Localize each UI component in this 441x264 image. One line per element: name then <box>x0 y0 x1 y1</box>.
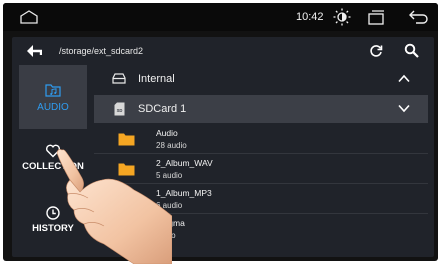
back-arrow-icon[interactable] <box>408 8 430 26</box>
back-icon[interactable] <box>26 44 42 58</box>
storage-label: Internal <box>138 73 175 85</box>
window-icon[interactable] <box>367 8 387 26</box>
refresh-icon[interactable] <box>369 44 383 58</box>
status-bar: 10:42 <box>3 3 438 31</box>
pointing-hand-image <box>56 149 172 264</box>
search-icon[interactable] <box>404 43 419 58</box>
chevron-down-icon[interactable] <box>398 104 410 113</box>
path-bar: /storage/ext_sdcard2 <box>12 37 434 65</box>
storage-row-internal[interactable]: Internal <box>94 65 428 93</box>
storage-label: SDCard 1 <box>138 103 187 115</box>
current-path: /storage/ext_sdcard2 <box>59 46 144 56</box>
clock: 10:42 <box>296 11 324 23</box>
music-folder-icon <box>45 84 61 97</box>
brightness-icon[interactable] <box>333 8 351 26</box>
home-icon[interactable] <box>19 10 39 24</box>
storage-row-sdcard[interactable]: SD SDCard 1 <box>94 95 428 123</box>
chevron-up-icon[interactable] <box>398 74 410 83</box>
folder-icon <box>118 133 135 146</box>
hard-drive-icon <box>112 73 126 84</box>
sidebar-item-audio[interactable]: AUDIO <box>19 65 87 129</box>
sidebar-item-label: AUDIO <box>37 102 69 113</box>
sd-card-icon: SD <box>114 102 125 116</box>
svg-text:SD: SD <box>117 108 123 113</box>
folder-name: Audio <box>156 128 178 138</box>
